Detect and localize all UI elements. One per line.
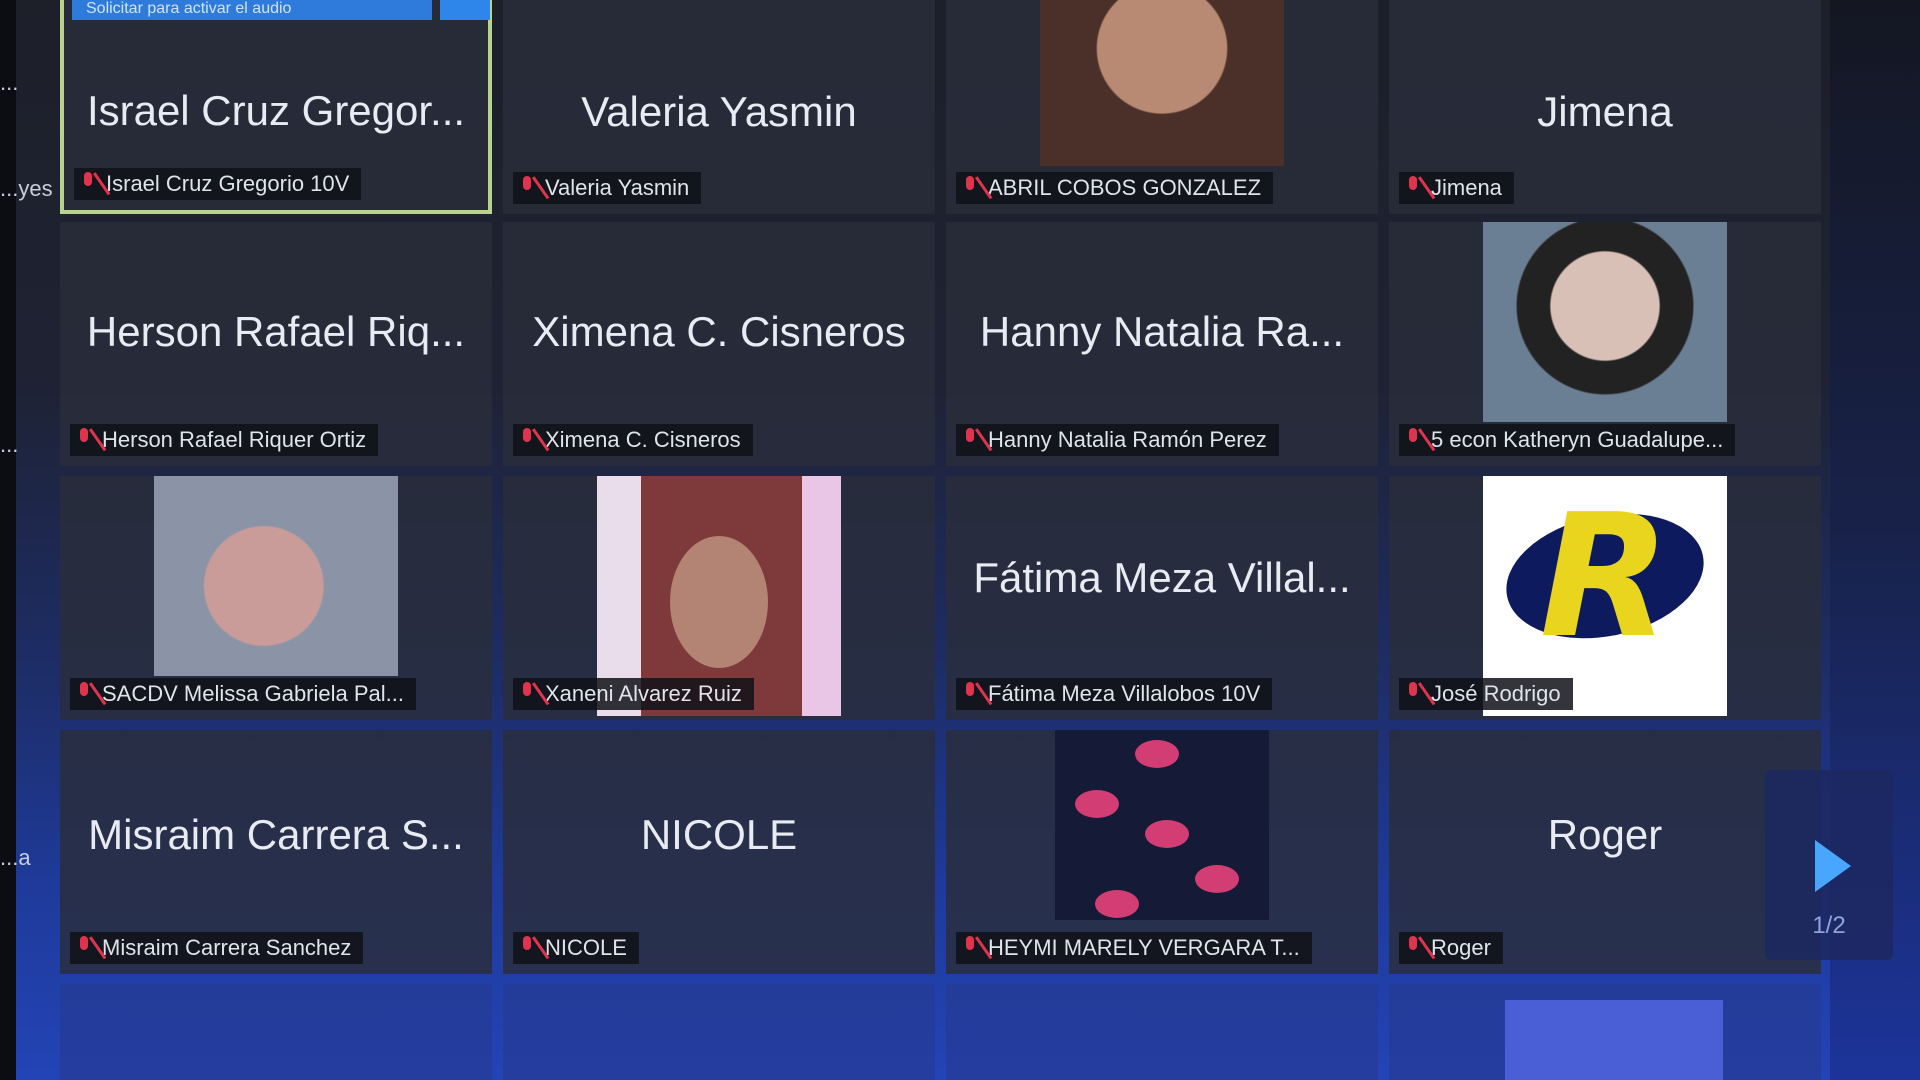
participant-tile[interactable]: Ximena C. Cisneros Ximena C. Cisneros [503, 222, 935, 466]
mic-muted-icon [1405, 428, 1421, 452]
participant-label: 5 econ Katheryn Guadalupe... [1399, 424, 1736, 456]
participant-label: Xaneni Alvarez Ruiz [513, 678, 754, 710]
mic-muted-icon [80, 172, 96, 196]
participant-tile[interactable]: Israel Cruz Gregor... Israel Cruz Gregor… [60, 0, 492, 214]
mic-muted-icon [76, 682, 92, 706]
participant-label: Valeria Yasmin [513, 172, 702, 204]
participant-name: Jimena [1537, 87, 1673, 135]
next-page-button[interactable]: 1/2 [1765, 770, 1893, 960]
mic-muted-icon [519, 428, 535, 452]
mic-muted-icon [962, 936, 978, 960]
participant-name: Fátima Meza Villal... [973, 554, 1351, 602]
participant-label: Ximena C. Cisneros [513, 424, 753, 456]
participant-tile[interactable]: ABRIL COBOS GONZALEZ [946, 0, 1378, 214]
participant-tile[interactable]: SACDV Melissa Gabriela Pal... [60, 476, 492, 720]
roses-image [1055, 730, 1269, 920]
mic-muted-icon [76, 936, 92, 960]
mic-muted-icon [519, 176, 535, 200]
participant-name: Valeria Yasmin [581, 87, 857, 135]
participant-video [1505, 1000, 1723, 1080]
participant-label: Israel Cruz Gregorio 10V [74, 168, 362, 200]
participant-tile[interactable]: NICOLE NICOLE [503, 730, 935, 974]
participant-name: Hanny Natalia Ra... [979, 307, 1345, 355]
unmute-request-banner[interactable]: Solicitar para activar el audio [72, 0, 432, 20]
mic-muted-icon [1405, 936, 1421, 960]
mic-muted-icon [962, 428, 978, 452]
participant-label: Herson Rafael Riquer Ortiz [70, 424, 379, 456]
rose-shape [1075, 790, 1119, 818]
r-logo-icon: R [1539, 478, 1671, 676]
participant-tile[interactable]: Hanny Natalia Ra... Hanny Natalia Ramón … [946, 222, 1378, 466]
mic-muted-icon [962, 176, 978, 200]
rose-shape [1135, 740, 1179, 768]
participant-label: Jimena [1399, 172, 1514, 204]
participant-tile[interactable]: 5 econ Katheryn Guadalupe... [1389, 222, 1821, 466]
rose-shape [1195, 865, 1239, 893]
participant-tile[interactable] [946, 984, 1378, 1080]
participant-tile[interactable]: Valeria Yasmin Valeria Yasmin [503, 0, 935, 214]
participant-label: HEYMI MARELY VERGARA T... [956, 932, 1312, 964]
mic-muted-icon [1405, 176, 1421, 200]
participant-name: Roger [1547, 810, 1663, 858]
participant-label: Roger [1399, 932, 1503, 964]
banner-more-button[interactable] [440, 0, 490, 20]
participant-tile[interactable]: Misraim Carrera S... Misraim Carrera San… [60, 730, 492, 974]
participant-label: Hanny Natalia Ramón Perez [956, 424, 1279, 456]
edge-label-fragment: ... [0, 432, 19, 457]
edge-name-fragment: ... [0, 70, 19, 95]
mic-muted-icon [76, 428, 92, 452]
participant-tile[interactable]: Roger Roger [1389, 730, 1821, 974]
participant-name: Israel Cruz Gregor... [86, 86, 466, 134]
participant-tile[interactable]: HEYMI MARELY VERGARA T... [946, 730, 1378, 974]
participant-video [1040, 0, 1284, 166]
participant-label: José Rodrigo [1399, 678, 1573, 710]
participant-video [154, 476, 398, 676]
participant-label: ABRIL COBOS GONZALEZ [956, 172, 1274, 204]
participant-tile[interactable] [1389, 984, 1821, 1080]
participant-video [1483, 222, 1727, 422]
participant-label: Fátima Meza Villalobos 10V [956, 678, 1273, 710]
participant-tile[interactable] [503, 984, 935, 1080]
participant-tile[interactable]: Fátima Meza Villal... Fátima Meza Villal… [946, 476, 1378, 720]
edge-label-fragment: ...yes [0, 176, 53, 201]
participant-tile[interactable] [60, 984, 492, 1080]
page-indicator: 1/2 [1812, 912, 1846, 939]
mic-muted-icon [1405, 682, 1421, 706]
participant-name: NICOLE [640, 810, 798, 858]
participant-label: SACDV Melissa Gabriela Pal... [70, 678, 416, 710]
edge-name-fragment: ...a [0, 845, 31, 870]
participant-label: NICOLE [513, 932, 639, 964]
chevron-right-icon [1815, 840, 1851, 892]
participant-name: Ximena C. Cisneros [532, 307, 906, 355]
participant-tile[interactable]: Xaneni Alvarez Ruiz [503, 476, 935, 720]
rose-shape [1095, 890, 1139, 918]
rose-shape [1145, 820, 1189, 848]
participant-label: Misraim Carrera Sanchez [70, 932, 364, 964]
participant-tile[interactable]: Herson Rafael Riq... Herson Rafael Rique… [60, 222, 492, 466]
participant-name: Herson Rafael Riq... [86, 307, 466, 355]
mic-muted-icon [519, 682, 535, 706]
participant-tile[interactable]: Jimena Jimena [1389, 0, 1821, 214]
participant-tile[interactable]: R José Rodrigo [1389, 476, 1821, 720]
left-panel-strip [0, 0, 16, 1080]
mic-muted-icon [519, 936, 535, 960]
participant-name: Misraim Carrera S... [88, 810, 464, 858]
mic-muted-icon [962, 682, 978, 706]
